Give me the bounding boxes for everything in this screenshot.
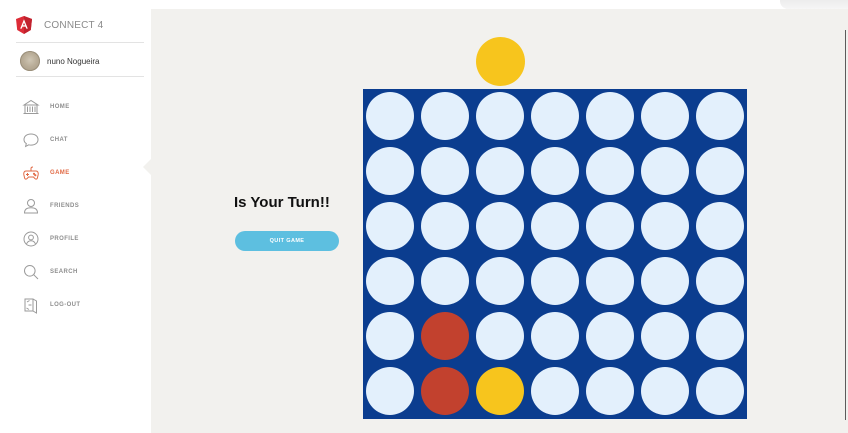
board-slot[interactable] (476, 147, 524, 195)
sidebar-nav: HOME CHAT GAME FRIENDS PROFILE SEARCH LO… (22, 90, 142, 321)
board-slot[interactable] (476, 312, 524, 360)
board-slot[interactable] (641, 312, 689, 360)
board-slot[interactable] (531, 257, 579, 305)
yellow-disc[interactable] (476, 367, 524, 415)
app-title: CONNECT 4 (44, 19, 104, 31)
sidebar: CONNECT 4 nuno Nogueira HOME CHAT GAME F… (0, 0, 150, 433)
window-edge (780, 0, 848, 9)
board-slot[interactable] (641, 202, 689, 250)
board-slot[interactable] (421, 92, 469, 140)
sidebar-item-profile[interactable]: PROFILE (22, 222, 142, 255)
active-nav-pointer (143, 159, 151, 175)
board-slot[interactable] (366, 257, 414, 305)
board-slot[interactable] (586, 92, 634, 140)
angular-logo-icon (16, 16, 32, 34)
search-icon (24, 264, 39, 279)
home-icon (22, 99, 40, 114)
board-slot[interactable] (696, 257, 744, 305)
sidebar-item-game[interactable]: GAME (22, 156, 142, 189)
sidebar-item-chat[interactable]: CHAT (22, 123, 142, 156)
sidebar-item-label: HOME (50, 103, 70, 110)
turn-status: Is Your Turn!! (234, 194, 330, 211)
board-slot[interactable] (366, 92, 414, 140)
sidebar-item-friends[interactable]: FRIENDS (22, 189, 142, 222)
board-slot[interactable] (366, 202, 414, 250)
game-board[interactable] (363, 89, 747, 419)
board-slot[interactable] (366, 312, 414, 360)
friends-icon (23, 198, 39, 213)
scrollbar-edge (845, 30, 846, 420)
board-slot[interactable] (476, 202, 524, 250)
board-slot[interactable] (366, 147, 414, 195)
board-slot[interactable] (586, 257, 634, 305)
board-slot[interactable] (641, 92, 689, 140)
board-slot[interactable] (696, 202, 744, 250)
board-slot[interactable] (531, 367, 579, 415)
divider (16, 76, 144, 77)
brand[interactable]: CONNECT 4 (16, 14, 144, 36)
profile-icon (23, 231, 39, 246)
sidebar-item-logout[interactable]: LOG-OUT (22, 288, 142, 321)
sidebar-item-label: FRIENDS (50, 202, 80, 209)
current-player-disc[interactable] (476, 37, 525, 86)
board-slot[interactable] (696, 147, 744, 195)
user-profile[interactable]: nuno Nogueira (20, 50, 144, 72)
sidebar-item-home[interactable]: HOME (22, 90, 142, 123)
board-slot[interactable] (696, 312, 744, 360)
board-slot[interactable] (586, 147, 634, 195)
board-slot[interactable] (476, 257, 524, 305)
board-slot[interactable] (696, 367, 744, 415)
board-slot[interactable] (531, 202, 579, 250)
board-slot[interactable] (531, 92, 579, 140)
game-icon (23, 166, 39, 180)
sidebar-item-label: CHAT (50, 136, 68, 143)
board-slot[interactable] (476, 92, 524, 140)
board-slot[interactable] (641, 257, 689, 305)
avatar (20, 51, 40, 71)
user-name: nuno Nogueira (47, 56, 100, 66)
board-slot[interactable] (366, 367, 414, 415)
board-slot[interactable] (421, 202, 469, 250)
sidebar-item-label: SEARCH (50, 268, 78, 275)
board-slot[interactable] (531, 312, 579, 360)
board-slot[interactable] (421, 147, 469, 195)
chat-icon (23, 132, 39, 147)
red-disc[interactable] (421, 367, 469, 415)
sidebar-item-label: GAME (50, 169, 70, 176)
sidebar-item-label: LOG-OUT (50, 301, 81, 308)
board-slot[interactable] (641, 367, 689, 415)
board-slot[interactable] (586, 367, 634, 415)
board-slot[interactable] (531, 147, 579, 195)
sidebar-item-search[interactable]: SEARCH (22, 255, 142, 288)
sidebar-item-label: PROFILE (50, 235, 79, 242)
quit-game-button[interactable]: QUIT GAME (235, 231, 339, 251)
board-slot[interactable] (641, 147, 689, 195)
red-disc[interactable] (421, 312, 469, 360)
board-slot[interactable] (421, 257, 469, 305)
board-slot[interactable] (696, 92, 744, 140)
board-slot[interactable] (586, 202, 634, 250)
board-slot[interactable] (586, 312, 634, 360)
logout-icon (24, 298, 37, 314)
divider (16, 42, 144, 43)
